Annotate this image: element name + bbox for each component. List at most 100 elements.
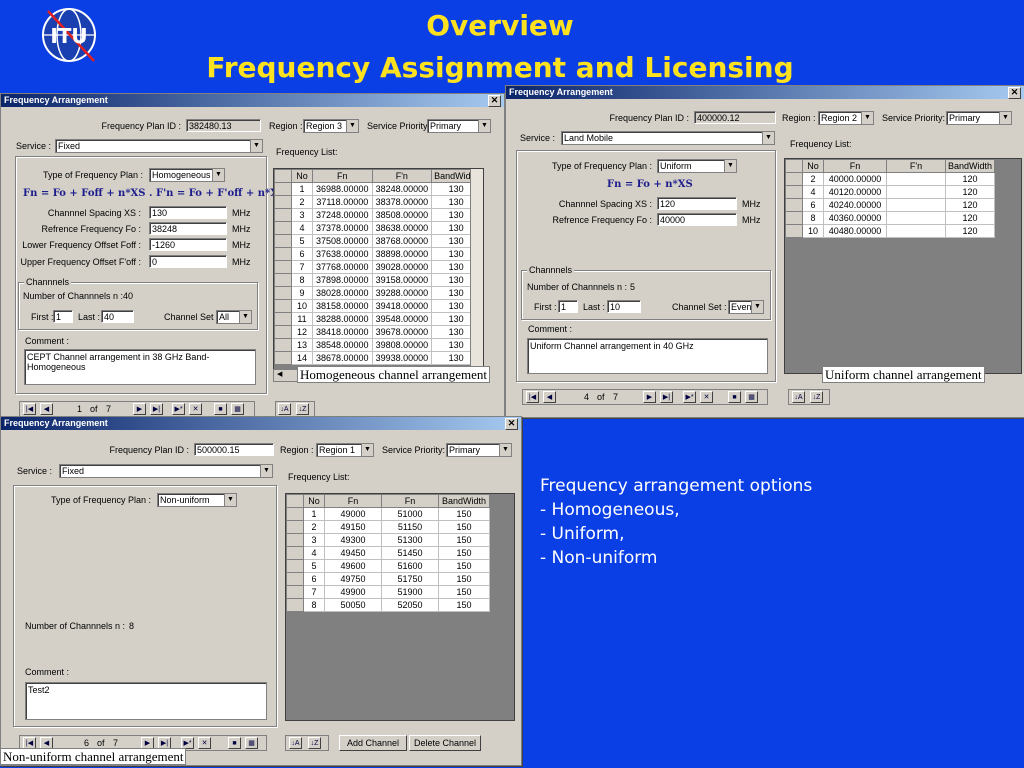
table-cell[interactable]: 51150 (381, 520, 439, 534)
table-cell[interactable]: 40120.00000 (823, 185, 887, 199)
table-row[interactable]: 11 38288.00000 39548.00000 130 (274, 312, 482, 326)
table-cell[interactable]: 3 (291, 208, 313, 222)
table-cell[interactable]: 150 (438, 546, 490, 560)
table-cell[interactable]: 40480.00000 (823, 224, 887, 238)
table-cell[interactable]: 38638.00000 (371, 221, 433, 235)
close-icon[interactable]: ✕ (505, 418, 518, 430)
table-cell[interactable]: 14 (291, 351, 313, 365)
table-cell[interactable]: 120 (944, 198, 996, 212)
table-cell[interactable]: 38508.00000 (371, 208, 433, 222)
first-input[interactable]: 1 (558, 300, 578, 313)
sort-descending-icon[interactable]: ↓Z (810, 391, 823, 403)
last-record-icon[interactable]: ▶| (660, 391, 673, 403)
table-row[interactable]: 8 37898.00000 39158.00000 130 (274, 273, 482, 287)
priority-select[interactable]: Primary ▼ (446, 443, 512, 457)
table-cell[interactable]: 39158.00000 (371, 273, 433, 287)
column-header[interactable]: No (303, 494, 325, 508)
table-cell[interactable]: 49150 (324, 520, 382, 534)
upper-offset-input[interactable]: 0 (149, 255, 227, 268)
table-row[interactable]: 13 38548.00000 39808.00000 130 (274, 338, 482, 352)
table-cell[interactable]: 10 (802, 224, 824, 238)
row-selector[interactable] (286, 507, 304, 521)
row-selector[interactable] (274, 312, 292, 326)
table-cell[interactable]: 5 (291, 234, 313, 248)
grid-view-icon[interactable]: ▦ (745, 391, 758, 403)
table-cell[interactable]: 10 (291, 299, 313, 313)
table-cell[interactable]: 150 (438, 585, 490, 599)
row-selector[interactable] (274, 286, 292, 300)
table-cell[interactable] (886, 172, 946, 186)
next-record-icon[interactable]: ▶ (133, 403, 146, 415)
table-row[interactable]: 2 40000.00000 120 (785, 172, 996, 186)
table-cell[interactable]: 2 (802, 172, 824, 186)
table-cell[interactable]: 38418.00000 (312, 325, 373, 339)
table-row[interactable]: 14 38678.00000 39938.00000 130 (274, 351, 482, 365)
table-row[interactable]: 3 37248.00000 38508.00000 130 (274, 208, 482, 222)
spacing-input[interactable]: 120 (657, 197, 737, 210)
table-row[interactable]: 6 49750 51750 150 (286, 572, 490, 586)
service-select[interactable]: Fixed ▼ (59, 464, 273, 478)
save-icon[interactable]: ■ (728, 391, 741, 403)
comment-textarea[interactable]: Uniform Channel arrangement in 40 GHz (527, 338, 768, 374)
table-cell[interactable]: 150 (438, 520, 490, 534)
table-cell[interactable]: 38028.00000 (312, 286, 373, 300)
table-cell[interactable]: 120 (944, 211, 996, 225)
table-cell[interactable]: 120 (944, 172, 996, 186)
table-row[interactable]: 8 50050 52050 150 (286, 598, 490, 612)
column-header[interactable]: BandWidth (944, 159, 996, 173)
row-selector[interactable] (785, 211, 803, 225)
lower-offset-input[interactable]: -1260 (149, 238, 227, 251)
sort-descending-icon[interactable]: ↓Z (308, 737, 321, 749)
table-cell[interactable]: 120 (944, 224, 996, 238)
table-cell[interactable]: 38378.00000 (371, 195, 433, 209)
table-cell[interactable]: 51900 (381, 585, 439, 599)
table-row[interactable]: 1 36988.00000 38248.00000 130 (274, 182, 482, 196)
delete-channel-button[interactable]: Delete Channel (409, 735, 481, 751)
table-cell[interactable]: 11 (291, 312, 313, 326)
table-cell[interactable]: 38288.00000 (312, 312, 373, 326)
row-selector[interactable] (274, 351, 292, 365)
table-cell[interactable]: 37898.00000 (312, 273, 373, 287)
region-select[interactable]: Region 3 ▼ (303, 119, 359, 133)
table-row[interactable]: 6 37638.00000 38898.00000 130 (274, 247, 482, 261)
column-header[interactable]: Fn (823, 159, 887, 173)
table-cell[interactable]: 1 (303, 507, 325, 521)
table-row[interactable]: 4 40120.00000 120 (785, 185, 996, 199)
row-selector[interactable] (274, 208, 292, 222)
row-selector[interactable] (286, 559, 304, 573)
type-select[interactable]: Non-uniform ▼ (157, 493, 237, 507)
frequency-grid[interactable]: No Fn F'n BandWidth 2 40000.00000 120 4 40120.00… (784, 158, 1022, 374)
table-cell[interactable]: 49300 (324, 533, 382, 547)
column-header[interactable]: F'n (371, 169, 433, 183)
table-cell[interactable]: 150 (438, 572, 490, 586)
table-cell[interactable]: 150 (438, 507, 490, 521)
table-cell[interactable]: 37378.00000 (312, 221, 373, 235)
column-header[interactable]: BandWidth (438, 494, 490, 508)
table-cell[interactable]: 37118.00000 (312, 195, 373, 209)
table-cell[interactable]: 6 (303, 572, 325, 586)
table-cell[interactable]: 9 (291, 286, 313, 300)
column-header[interactable]: Fn (312, 169, 373, 183)
table-cell[interactable]: 39938.00000 (371, 351, 433, 365)
type-select[interactable]: Uniform ▼ (657, 159, 737, 173)
next-record-icon[interactable]: ▶ (643, 391, 656, 403)
delete-record-icon[interactable]: ✕ (700, 391, 713, 403)
grid-view-icon[interactable]: ▦ (231, 403, 244, 415)
table-row[interactable]: 6 40240.00000 120 (785, 198, 996, 212)
table-cell[interactable]: 40000.00000 (823, 172, 887, 186)
set-select[interactable]: All ▼ (216, 310, 252, 324)
last-record-icon[interactable]: ▶| (150, 403, 163, 415)
close-icon[interactable]: ✕ (1008, 87, 1021, 99)
prev-record-icon[interactable]: ◀ (543, 391, 556, 403)
table-cell[interactable] (886, 224, 946, 238)
save-icon[interactable]: ■ (228, 737, 241, 749)
table-cell[interactable]: 51300 (381, 533, 439, 547)
row-selector[interactable] (274, 234, 292, 248)
table-row[interactable]: 4 49450 51450 150 (286, 546, 490, 560)
table-cell[interactable] (886, 211, 946, 225)
table-cell[interactable]: 39288.00000 (371, 286, 433, 300)
table-cell[interactable]: 7 (291, 260, 313, 274)
table-row[interactable]: 5 49600 51600 150 (286, 559, 490, 573)
table-cell[interactable]: 38678.00000 (312, 351, 373, 365)
save-icon[interactable]: ■ (214, 403, 227, 415)
